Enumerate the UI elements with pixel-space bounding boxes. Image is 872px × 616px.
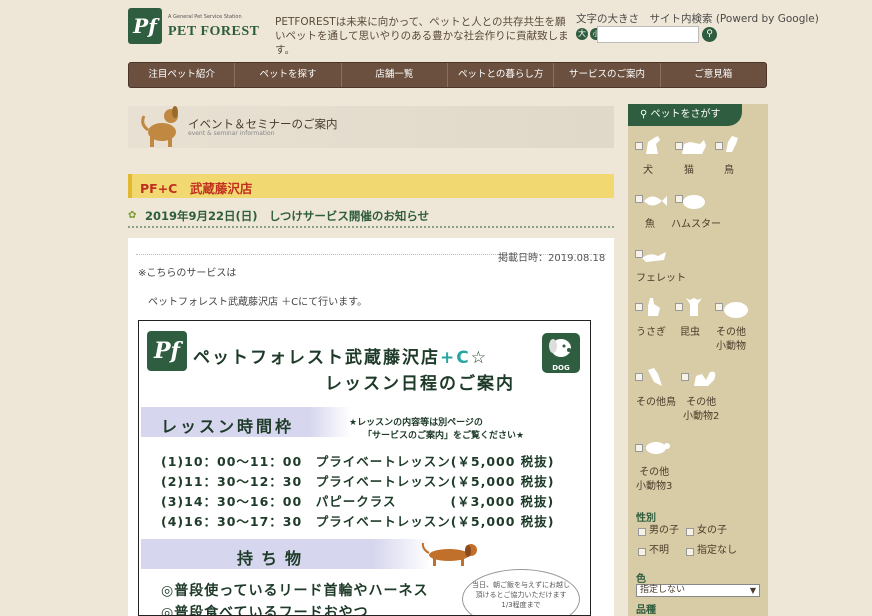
pet-label-bird: 鳥: [724, 165, 734, 176]
poster-star: ☆: [470, 348, 488, 368]
nav-store-list[interactable]: 店舗一覧: [342, 63, 448, 87]
insect-icon: [686, 298, 702, 316]
find-pet-title: ペットをさがす: [650, 109, 721, 120]
bird-icon: [726, 136, 738, 152]
fish-icon: [644, 196, 667, 206]
schedule-row: (4)16：30～17：30 プライベートレッスン(￥5,000 税抜): [161, 514, 555, 529]
lesson-poster: Pf ペットフォレスト武蔵藤沢店+C☆ DOG レッスン日程のご案内 レッスン時…: [138, 320, 591, 616]
chevron-down-icon: ▼: [749, 586, 756, 595]
pet-label-dog: 犬: [643, 165, 653, 176]
color-filter-label: 色: [636, 574, 646, 585]
dachshund-icon: [421, 542, 477, 566]
store-name: PF+C 武蔵藤沢店: [140, 181, 253, 196]
bring-item: ◎普段使っているリード首輪やハーネス: [161, 583, 429, 599]
checkbox-unspecified[interactable]: [686, 548, 694, 556]
logo[interactable]: Pf A General Pet Service Station PET FOR…: [128, 8, 259, 46]
gender-filter-label: 性別: [636, 513, 656, 524]
poster-store-accent: +C: [440, 348, 471, 368]
find-pet-heading: ⚲ ペットをさがす: [628, 104, 742, 126]
gender-option-unknown: 不明: [649, 545, 669, 556]
lesson-time-heading: レッスン時間枠: [161, 417, 295, 436]
dog-badge-label: DOG: [552, 364, 570, 372]
pet-label-fish: 魚: [645, 219, 655, 230]
poster-heading-2: レッスン日程のご案内: [325, 374, 515, 394]
lesson-note-line-1: ★レッスンの内容等は別ページの: [349, 418, 483, 428]
pet-label-ferret: フェレット: [636, 273, 686, 284]
gender-option-unspecified: 指定なし: [697, 545, 737, 556]
ferret-icon: [642, 252, 666, 262]
pet-label-insect: 昆虫: [680, 327, 700, 338]
pet-label-other-bird: その他鳥: [636, 397, 676, 408]
checkbox-male[interactable]: [638, 528, 646, 536]
paw-icon: ✿: [128, 210, 137, 221]
squirrel-icon: [694, 371, 716, 386]
parrot-icon: [648, 368, 662, 386]
dog-head-icon: [549, 339, 571, 357]
site-tagline: PETFORESTは未来に向かって、ペットと人との共存共生を願いペットを通して思…: [275, 16, 569, 56]
article-text: ペットフォレスト武蔵藤沢店 ＋Cにて行います。: [148, 297, 368, 308]
poster-logo: Pf: [147, 331, 187, 371]
gender-option-female: 女の子: [697, 525, 727, 536]
sidebar: [628, 104, 768, 616]
posted-date: 掲載日時：2019.08.18: [498, 253, 606, 264]
poster-heading-1: ペットフォレスト武蔵藤沢店+C☆: [193, 343, 488, 368]
dog-icon: [646, 136, 660, 154]
schedule-row: (1)10：00～11：00 プライベートレッスン(￥5,000 税抜): [161, 454, 555, 469]
nav-featured-pets[interactable]: 注目ペット紹介: [129, 63, 236, 87]
section-subtitle: event & seminar information: [188, 130, 275, 137]
search-icon[interactable]: ⚲: [702, 27, 717, 42]
logo-subtitle: A General Pet Service Station: [168, 14, 242, 20]
nav-feedback[interactable]: ご意見箱: [661, 63, 766, 87]
cat-icon: [682, 140, 706, 154]
breed-filter-label: 品種: [636, 605, 656, 616]
pet-label-other-small: その他 小動物: [716, 327, 746, 352]
title-divider: [128, 226, 614, 229]
checkbox-unknown[interactable]: [638, 548, 646, 556]
font-size-large-button[interactable]: 大: [576, 28, 588, 40]
turtle-icon: [646, 442, 670, 454]
nav-living-with-pets[interactable]: ペットとの暮らし方: [448, 63, 555, 87]
nav-find-pet[interactable]: ペットを探す: [235, 63, 342, 87]
article-title: 2019年9月22日(日) しつけサービス開催のお知らせ: [145, 209, 430, 223]
dog-icon: [141, 106, 178, 147]
pet-label-cat: 猫: [684, 165, 694, 176]
logo-name: PET FOREST: [168, 24, 260, 39]
gender-option-male: 男の子: [649, 525, 679, 536]
rabbit-icon: [648, 298, 660, 316]
hamster-icon: [683, 195, 705, 209]
poster-store-name: ペットフォレスト武蔵藤沢店: [193, 348, 440, 368]
lesson-note-line-2: 「サービスのご案内」をご覧ください★: [363, 431, 525, 441]
hedgehog-icon: [724, 302, 748, 318]
site-search-input[interactable]: [597, 26, 699, 43]
pet-label-hamster: ハムスター: [671, 219, 721, 230]
schedule-row: (3)14：30～16：00 パピークラス (￥3,000 税抜): [161, 494, 555, 509]
pet-label-rabbit: うさぎ: [636, 327, 666, 338]
font-size-and-search-label: 文字の大きさ サイト内検索 (Powerd by Google): [576, 13, 819, 25]
color-select[interactable]: 指定しない ▼: [636, 584, 760, 597]
checkbox-female[interactable]: [686, 528, 694, 536]
nav-services[interactable]: サービスのご案内: [554, 63, 661, 87]
article-note: ※こちらのサービスは: [138, 268, 237, 279]
lesson-note: ★レッスンの内容等は別ページの 「サービスのご案内」をご覧ください★: [349, 417, 524, 443]
pet-label-other-small-2: その他 小動物2: [683, 397, 720, 422]
dog-badge-icon: DOG: [542, 333, 580, 373]
checkbox-other-small-2[interactable]: [681, 373, 689, 381]
main-nav: 注目ペット紹介 ペットを探す 店舗一覧 ペットとの暮らし方 サービスのご案内 ご…: [128, 62, 767, 88]
pet-label-other-small-3: その他 小動物3: [636, 467, 673, 492]
search-icon: ⚲: [640, 109, 648, 120]
note-bubble: 当日、朝ご飯を与えずにお越し頂けるとご協力いただけます 1/3程度まで: [462, 569, 580, 615]
bring-heading: 持ち物: [237, 549, 310, 568]
logo-mark: Pf: [128, 8, 162, 44]
color-select-value: 指定しない: [640, 585, 686, 595]
bring-item: ◎普段食べているフードおやつ: [161, 605, 369, 616]
schedule-row: (2)11：30～12：30 プライベートレッスン(￥5,000 税抜): [161, 474, 555, 489]
